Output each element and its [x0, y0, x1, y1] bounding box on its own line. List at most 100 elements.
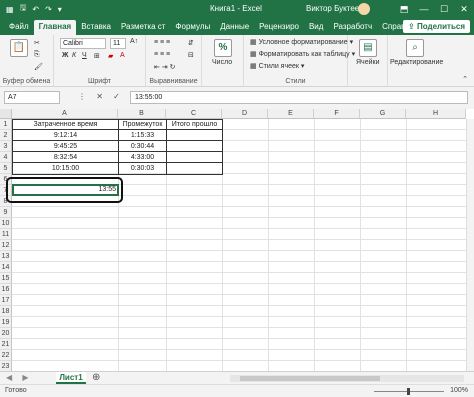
copy-icon[interactable]: ⎘ [34, 51, 40, 59]
close-button[interactable]: ✕ [454, 0, 474, 18]
header-cell-a1[interactable]: Затраченное время [13, 119, 118, 130]
indent-icon[interactable]: ⇤ ⇥ ↻ [154, 63, 176, 71]
row-header[interactable]: 3 [0, 141, 12, 152]
underline-button[interactable]: Ч [82, 52, 87, 59]
column-header-c[interactable]: C [166, 109, 222, 119]
undo-icon[interactable]: ↶ [32, 5, 39, 14]
formula-input[interactable]: 13:55:00 [130, 91, 468, 104]
minimize-button[interactable]: — [414, 0, 434, 18]
tab-view[interactable]: Вид [304, 20, 328, 35]
save-icon[interactable]: 🖫 [20, 2, 27, 16]
table-cell[interactable]: 0:30:03 [119, 163, 166, 174]
cells-icon[interactable]: ▤ [359, 39, 377, 57]
zoom-level[interactable]: 100% [450, 387, 468, 394]
maximize-button[interactable]: ☐ [434, 0, 454, 18]
column-header-g[interactable]: G [360, 109, 406, 119]
italic-button[interactable]: К [72, 52, 76, 59]
row-header[interactable]: 18 [0, 306, 12, 317]
user-name[interactable]: Виктор Буктеев [306, 4, 363, 13]
borders-icon[interactable]: ⊞ [94, 52, 100, 60]
name-box[interactable]: A7 [4, 91, 60, 104]
column-header-d[interactable]: D [222, 109, 268, 119]
conditional-formatting-button[interactable]: ▦ Условное форматирование ▾ [250, 38, 353, 46]
editing-button[interactable]: Редактирование [390, 59, 443, 66]
header-cell-b1[interactable]: Промежуток [119, 119, 166, 130]
zoom-slider[interactable] [374, 388, 444, 395]
tab-page-layout[interactable]: Разметка ст [116, 20, 170, 35]
row-header[interactable]: 10 [0, 218, 12, 229]
horizontal-scrollbar[interactable] [230, 375, 464, 382]
sheet-tab-1[interactable]: Лист1 [56, 372, 86, 384]
add-sheet-icon[interactable]: ⊕ [92, 372, 100, 383]
user-avatar[interactable] [358, 3, 370, 15]
ribbon-display-icon[interactable]: ⬒ [394, 0, 414, 18]
grow-font-icon[interactable]: A↑ [130, 38, 138, 45]
row-header[interactable]: 2 [0, 130, 12, 141]
row-header[interactable]: 11 [0, 229, 12, 240]
font-name-select[interactable]: Calibri [60, 38, 106, 49]
row-header[interactable]: 19 [0, 317, 12, 328]
row-header[interactable]: 20 [0, 328, 12, 339]
tab-file[interactable]: Файл [4, 20, 34, 35]
fill-color-icon[interactable]: ▰ [108, 52, 113, 60]
tab-developer[interactable]: Разработч [328, 20, 377, 35]
vertical-scrollbar[interactable] [466, 119, 474, 371]
format-painter-icon[interactable]: 🖌 [34, 63, 43, 71]
row-header[interactable]: 9 [0, 207, 12, 218]
share-button[interactable]: ⇪ Поделиться [403, 20, 470, 33]
tab-home[interactable]: Главная [33, 20, 77, 35]
cell-styles-button[interactable]: ▦ Стили ячеек ▾ [250, 62, 304, 70]
column-header-f[interactable]: F [314, 109, 360, 119]
tab-data[interactable]: Данные [215, 20, 254, 35]
table-cell[interactable]: 4:33:00 [119, 152, 166, 163]
tab-insert[interactable]: Вставка [76, 20, 116, 35]
table-cell[interactable]: 8:32:54 [13, 152, 118, 163]
tab-review[interactable]: Рецензиро [254, 20, 304, 35]
zoom-thumb[interactable] [407, 388, 410, 395]
tab-formulas[interactable]: Формулы [170, 20, 215, 35]
collapse-ribbon-icon[interactable]: ⌃ [462, 75, 468, 83]
worksheet-grid[interactable]: A B C D E F G H 1 2 3 4 5 6 7 8 9 10 11 … [0, 109, 474, 371]
search-icon[interactable]: ⌕ [406, 39, 424, 57]
redo-icon[interactable]: ↷ [45, 5, 52, 14]
scroll-thumb[interactable] [240, 376, 380, 381]
sheet-nav-icons[interactable]: ◀ ▶ [6, 373, 33, 382]
column-header-b[interactable]: B [118, 109, 166, 119]
table-cell[interactable]: 10:15:00 [13, 163, 118, 174]
number-button[interactable]: Число [212, 59, 232, 66]
header-cell-c1[interactable]: Итого прошло [167, 119, 222, 130]
align-left-icon[interactable]: ≡ ≡ ≡ [154, 51, 170, 58]
percent-icon[interactable]: % [214, 39, 232, 57]
table-cell[interactable]: 9:12:14 [13, 130, 118, 141]
column-header-h[interactable]: H [406, 109, 466, 119]
paste-icon[interactable]: 📋 [10, 39, 28, 57]
column-header-a[interactable]: A [12, 109, 118, 119]
wrap-text-icon[interactable]: ⇵ [188, 39, 194, 47]
merge-icon[interactable]: ⊟ [188, 51, 194, 59]
row-header[interactable]: 15 [0, 273, 12, 284]
font-size-select[interactable]: 11 [110, 38, 126, 49]
cut-icon[interactable]: ✂ [34, 39, 40, 47]
table-cell[interactable]: 9:45:25 [13, 141, 118, 152]
bold-button[interactable]: Ж [62, 52, 68, 59]
customize-qat-icon[interactable]: ▾ [58, 5, 62, 14]
row-header[interactable]: 23 [0, 361, 12, 371]
select-all-corner[interactable] [0, 109, 12, 119]
table-cell[interactable]: 1:15:33 [119, 130, 166, 141]
column-header-e[interactable]: E [268, 109, 314, 119]
row-header[interactable]: 1 [0, 119, 12, 130]
row-header[interactable]: 4 [0, 152, 12, 163]
align-top-icon[interactable]: ≡ ≡ ≡ [154, 39, 170, 46]
table-cell[interactable]: 0:30:44 [119, 141, 166, 152]
row-header[interactable]: 12 [0, 240, 12, 251]
font-color-icon[interactable]: A [120, 52, 125, 59]
row-header[interactable]: 5 [0, 163, 12, 174]
row-header[interactable]: 14 [0, 262, 12, 273]
row-header[interactable]: 21 [0, 339, 12, 350]
row-header[interactable]: 13 [0, 251, 12, 262]
format-as-table-button[interactable]: ▦ Форматировать как таблицу ▾ [250, 50, 355, 58]
row-header[interactable]: 16 [0, 284, 12, 295]
row-header[interactable]: 22 [0, 350, 12, 361]
cells-button[interactable]: Ячейки [356, 59, 379, 66]
row-header[interactable]: 17 [0, 295, 12, 306]
